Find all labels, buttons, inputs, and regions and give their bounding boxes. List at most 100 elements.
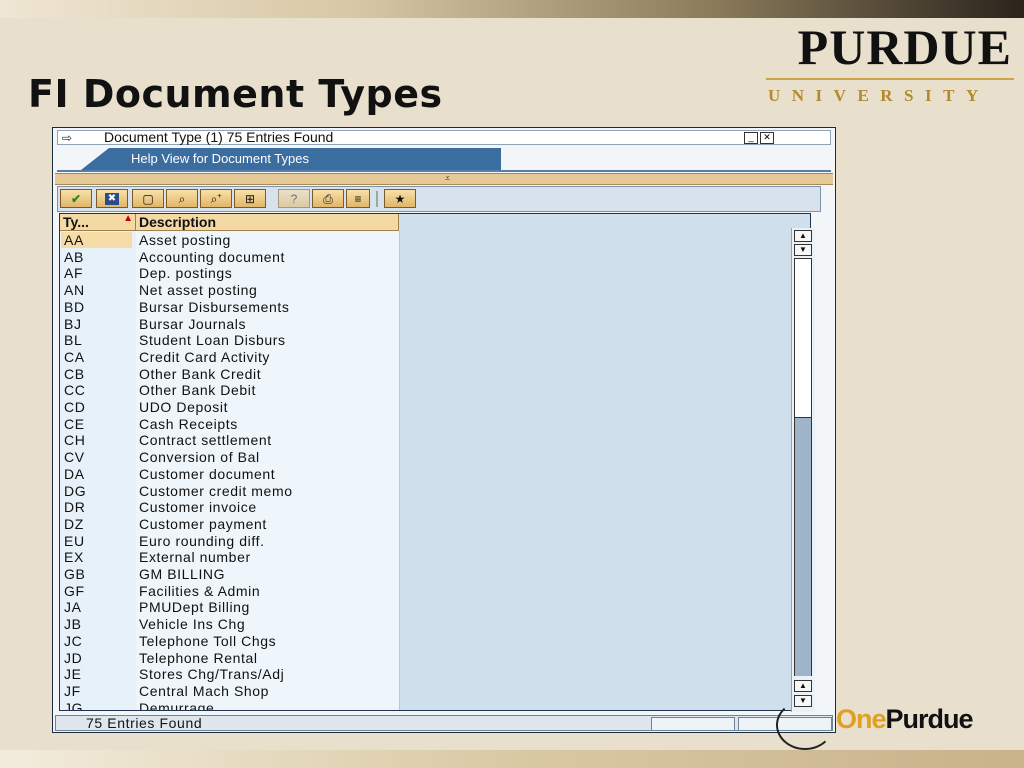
document-type-description[interactable]: Stores Chg/Trans/Adj	[139, 666, 284, 682]
document-type-description[interactable]: Vehicle Ins Chg	[139, 616, 245, 632]
help-icon[interactable]: ?	[278, 189, 310, 208]
print-icon[interactable]: ⎙	[312, 189, 344, 208]
cancel-icon[interactable]: ✖	[96, 189, 128, 208]
document-type-code[interactable]: EX	[64, 549, 84, 565]
document-type-description[interactable]: Central Mach Shop	[139, 683, 269, 699]
document-type-code[interactable]: DR	[64, 499, 85, 515]
document-type-description[interactable]: Asset posting	[139, 232, 231, 248]
table-row[interactable]: JD Telephone Rental	[60, 650, 399, 667]
document-type-code[interactable]: GB	[64, 566, 85, 582]
document-type-code[interactable]: CD	[64, 399, 85, 415]
table-row[interactable]: CD UDO Deposit	[60, 399, 399, 416]
document-type-description[interactable]: Telephone Toll Chgs	[139, 633, 276, 649]
document-type-description[interactable]: Demurrage	[139, 700, 214, 710]
minimize-button[interactable]: _	[744, 132, 758, 144]
document-type-code[interactable]: JG	[64, 700, 83, 710]
document-type-description[interactable]: Other Bank Credit	[139, 366, 261, 382]
document-type-description[interactable]: GM BILLING	[139, 566, 225, 582]
document-type-code[interactable]: AN	[64, 282, 85, 298]
scroll-page-up-icon[interactable]: ▲	[794, 680, 812, 692]
table-row[interactable]: JA PMUDept Billing	[60, 599, 399, 616]
document-type-code[interactable]: JC	[64, 633, 82, 649]
table-row[interactable]: BL Student Loan Disburs	[60, 332, 399, 349]
new-page-icon[interactable]: ▢	[132, 189, 164, 208]
table-row[interactable]: AF Dep. postings	[60, 265, 399, 282]
document-type-code[interactable]: CH	[64, 432, 85, 448]
table-row[interactable]: AB Accounting document	[60, 249, 399, 266]
column-header-type[interactable]: Ty... ▲	[60, 214, 136, 231]
table-row[interactable]: BD Bursar Disbursements	[60, 299, 399, 316]
table-row[interactable]: GB GM BILLING	[60, 566, 399, 583]
document-type-code[interactable]: AB	[64, 249, 84, 265]
find-icon[interactable]: ⌕	[166, 189, 198, 208]
scroll-page-down-icon[interactable]: ▼	[794, 244, 812, 256]
document-type-code[interactable]: BJ	[64, 316, 82, 332]
document-type-code[interactable]: CC	[64, 382, 85, 398]
document-type-code[interactable]: DA	[64, 466, 85, 482]
document-type-description[interactable]: Bursar Journals	[139, 316, 246, 332]
document-type-code[interactable]: AA	[61, 232, 132, 248]
document-type-code[interactable]: BL	[64, 332, 82, 348]
table-row[interactable]: JE Stores Chg/Trans/Adj	[60, 666, 399, 683]
scroll-thumb[interactable]	[794, 258, 812, 418]
document-type-description[interactable]: PMUDept Billing	[139, 599, 250, 615]
table-row[interactable]: JF Central Mach Shop	[60, 683, 399, 700]
table-row[interactable]: AA Asset posting	[60, 232, 399, 249]
document-type-code[interactable]: JA	[64, 599, 82, 615]
document-type-description[interactable]: Accounting document	[139, 249, 285, 265]
document-type-code[interactable]: CV	[64, 449, 85, 465]
document-type-code[interactable]: CB	[64, 366, 85, 382]
scroll-track[interactable]	[794, 418, 812, 676]
table-row[interactable]: JG Demurrage	[60, 700, 399, 710]
document-type-description[interactable]: Customer payment	[139, 516, 267, 532]
filter-icon[interactable]: ⊞	[234, 189, 266, 208]
close-button[interactable]: ✕	[760, 132, 774, 144]
table-row[interactable]: EU Euro rounding diff.	[60, 533, 399, 550]
table-row[interactable]: CV Conversion of Bal	[60, 449, 399, 466]
document-type-code[interactable]: DZ	[64, 516, 84, 532]
document-type-description[interactable]: Telephone Rental	[139, 650, 258, 666]
table-row[interactable]: JC Telephone Toll Chgs	[60, 633, 399, 650]
document-type-code[interactable]: EU	[64, 533, 85, 549]
expand-restrictions-icon[interactable]: ⩡	[445, 174, 450, 183]
table-row[interactable]: DR Customer invoice	[60, 499, 399, 516]
document-type-code[interactable]: GF	[64, 583, 85, 599]
document-type-code[interactable]: CE	[64, 416, 85, 432]
table-row[interactable]: DG Customer credit memo	[60, 483, 399, 500]
document-type-code[interactable]: JF	[64, 683, 81, 699]
table-row[interactable]: CE Cash Receipts	[60, 416, 399, 433]
document-type-code[interactable]: JE	[64, 666, 82, 682]
table-row[interactable]: EX External number	[60, 549, 399, 566]
document-type-description[interactable]: Cash Receipts	[139, 416, 238, 432]
document-type-description[interactable]: Facilities & Admin	[139, 583, 260, 599]
document-type-description[interactable]: Dep. postings	[139, 265, 232, 281]
document-type-description[interactable]: Credit Card Activity	[139, 349, 270, 365]
check-icon[interactable]: ✔	[60, 189, 92, 208]
scroll-up-icon[interactable]: ▲	[794, 230, 812, 242]
tab-help-view[interactable]: Help View for Document Types	[81, 148, 501, 170]
document-type-description[interactable]: Other Bank Debit	[139, 382, 256, 398]
table-row[interactable]: BJ Bursar Journals	[60, 316, 399, 333]
document-type-description[interactable]: Bursar Disbursements	[139, 299, 290, 315]
table-row[interactable]: AN Net asset posting	[60, 282, 399, 299]
table-row[interactable]: GF Facilities & Admin	[60, 583, 399, 600]
list-icon[interactable]: ≡	[346, 189, 370, 208]
document-type-description[interactable]: Customer document	[139, 466, 275, 482]
vertical-scrollbar[interactable]: ▲ ▼ ▲ ▼	[791, 228, 815, 712]
table-row[interactable]: CB Other Bank Credit	[60, 366, 399, 383]
document-type-description[interactable]: Conversion of Bal	[139, 449, 260, 465]
document-type-code[interactable]: JB	[64, 616, 82, 632]
document-type-description[interactable]: Euro rounding diff.	[139, 533, 265, 549]
column-header-description[interactable]: Description	[136, 214, 399, 231]
document-type-description[interactable]: Contract settlement	[139, 432, 272, 448]
document-type-code[interactable]: BD	[64, 299, 85, 315]
document-type-code[interactable]: JD	[64, 650, 82, 666]
personal-list-icon[interactable]: ★	[384, 189, 416, 208]
table-row[interactable]: JB Vehicle Ins Chg	[60, 616, 399, 633]
document-type-description[interactable]: Net asset posting	[139, 282, 257, 298]
document-type-description[interactable]: Customer credit memo	[139, 483, 293, 499]
restrictions-toggle-strip[interactable]: ⩡	[55, 173, 833, 185]
document-type-description[interactable]: UDO Deposit	[139, 399, 228, 415]
table-row[interactable]: DA Customer document	[60, 466, 399, 483]
document-type-code[interactable]: AF	[64, 265, 83, 281]
